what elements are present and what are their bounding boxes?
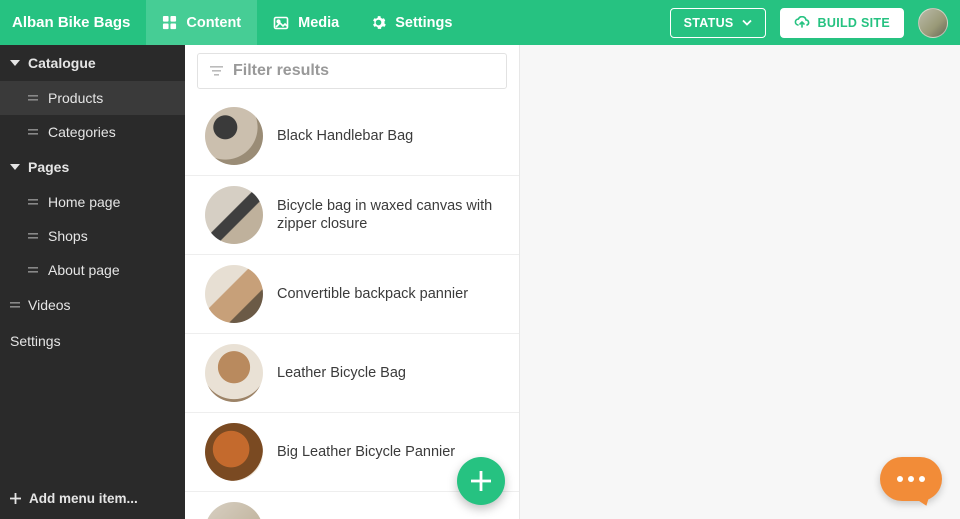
sidebar-settings-label: Settings — [10, 333, 61, 349]
filter-placeholder: Filter results — [233, 62, 329, 80]
list-item-title: Bicycle bag in waxed canvas with zipper … — [277, 197, 499, 233]
tab-content[interactable]: Content — [146, 0, 257, 45]
caret-down-icon — [10, 59, 20, 67]
thumbnail — [205, 265, 263, 323]
dot-icon — [919, 476, 925, 482]
thumbnail — [205, 502, 263, 519]
topbar-right: STATUS BUILD SITE — [670, 8, 960, 38]
thumbnail — [205, 423, 263, 481]
sidebar-item-shops[interactable]: Shops — [0, 219, 185, 253]
tab-settings[interactable]: Settings — [355, 0, 468, 45]
add-menu-label: Add menu item... — [29, 491, 138, 506]
plus-icon — [10, 493, 21, 504]
drag-icon — [28, 266, 38, 274]
list-item-title: Big Leather Bicycle Pannier — [277, 443, 455, 461]
sidebar-item-settings[interactable]: Settings — [0, 323, 185, 359]
gear-icon — [371, 15, 386, 30]
list-item[interactable]: Bicycle bag in waxed canvas with zipper … — [185, 176, 519, 255]
plus-icon — [471, 471, 491, 491]
grid-icon — [162, 15, 177, 30]
sidebar-item-categories[interactable]: Categories — [0, 115, 185, 149]
thumbnail — [205, 186, 263, 244]
list-item[interactable]: Convertible backpack pannier — [185, 255, 519, 334]
drag-icon — [28, 128, 38, 136]
tab-settings-label: Settings — [395, 15, 452, 31]
list-item-title: Black Handlebar Bag — [277, 127, 413, 145]
sidebar-section-pages[interactable]: Pages — [0, 149, 185, 185]
drag-icon — [28, 198, 38, 206]
thumbnail — [205, 107, 263, 165]
sidebar-item-home[interactable]: Home page — [0, 185, 185, 219]
brand-title: Alban Bike Bags — [0, 14, 146, 31]
sidebar-products-label: Products — [48, 90, 103, 106]
list-item[interactable]: Black Handlebar Bag — [185, 97, 519, 176]
caret-down-icon — [10, 163, 20, 171]
product-list: Black Handlebar Bag Bicycle bag in waxed… — [185, 97, 519, 519]
detail-panel — [520, 45, 960, 519]
list-item[interactable]: Leather Bicycle Bag — [185, 334, 519, 413]
status-label: STATUS — [684, 16, 734, 30]
sidebar-item-videos[interactable]: Videos — [0, 287, 185, 323]
tab-content-label: Content — [186, 15, 241, 31]
build-site-label: BUILD SITE — [818, 16, 890, 30]
list-item-title: Leather Bicycle Bag — [277, 364, 406, 382]
chevron-down-icon — [742, 19, 752, 26]
sidebar-catalogue-label: Catalogue — [28, 55, 96, 71]
dot-icon — [908, 476, 914, 482]
sidebar-section-catalogue[interactable]: Catalogue — [0, 45, 185, 81]
topbar: Alban Bike Bags Content Media Settings S… — [0, 0, 960, 45]
thumbnail — [205, 344, 263, 402]
filter-icon — [210, 66, 223, 77]
content-column: Filter results Black Handlebar Bag Bicyc… — [185, 45, 520, 519]
dot-icon — [897, 476, 903, 482]
tab-media[interactable]: Media — [257, 0, 355, 45]
sidebar-item-products[interactable]: Products — [0, 81, 185, 115]
sidebar-about-label: About page — [48, 262, 120, 278]
sidebar-categories-label: Categories — [48, 124, 116, 140]
cloud-upload-icon — [794, 16, 810, 29]
sidebar-shops-label: Shops — [48, 228, 88, 244]
sidebar-home-label: Home page — [48, 194, 120, 210]
sidebar-videos-label: Videos — [28, 297, 71, 313]
build-site-button[interactable]: BUILD SITE — [780, 8, 904, 38]
image-icon — [273, 15, 289, 31]
list-item-title: Convertible backpack pannier — [277, 285, 468, 303]
drag-icon — [10, 301, 20, 309]
filter-input[interactable]: Filter results — [197, 53, 507, 89]
avatar[interactable] — [918, 8, 948, 38]
chat-button[interactable] — [880, 457, 942, 501]
add-button[interactable] — [457, 457, 505, 505]
tab-media-label: Media — [298, 15, 339, 31]
sidebar-item-about[interactable]: About page — [0, 253, 185, 287]
drag-icon — [28, 94, 38, 102]
add-menu-item-button[interactable]: Add menu item... — [0, 480, 185, 519]
drag-icon — [28, 232, 38, 240]
sidebar-pages-label: Pages — [28, 159, 69, 175]
top-nav: Content Media Settings — [146, 0, 468, 45]
sidebar: Catalogue Products Categories Pages Home… — [0, 45, 185, 519]
main: Catalogue Products Categories Pages Home… — [0, 45, 960, 519]
status-button[interactable]: STATUS — [670, 8, 766, 38]
